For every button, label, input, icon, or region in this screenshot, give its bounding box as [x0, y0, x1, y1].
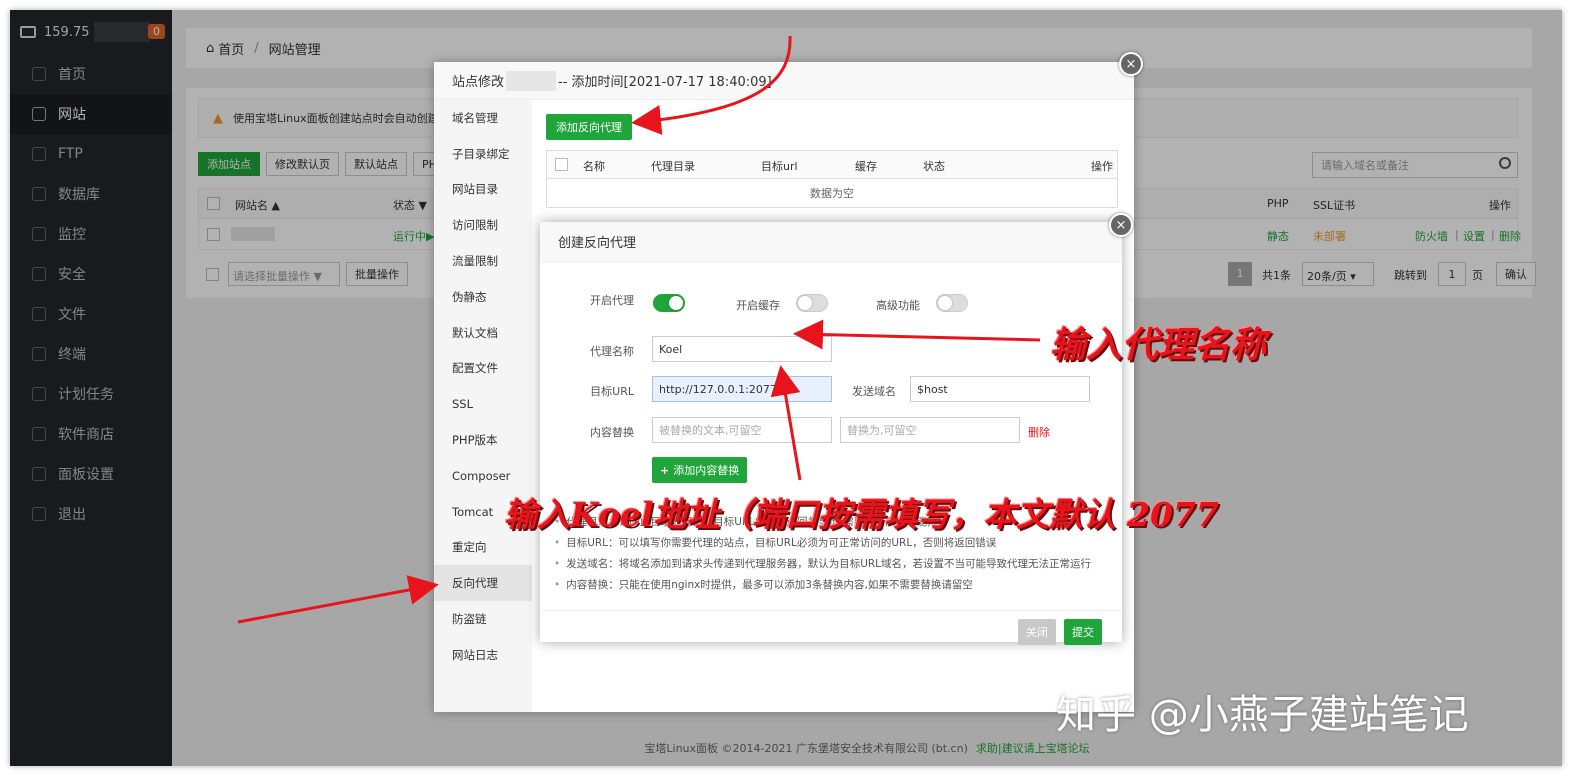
content-replace-label: 内容替换	[590, 426, 634, 439]
col-proxy-name: 名称	[583, 160, 605, 173]
tab-traffic-limit[interactable]: 流量限制	[434, 243, 532, 279]
delete-replace-link[interactable]: 删除	[1028, 424, 1050, 440]
enable-proxy-toggle[interactable]	[653, 294, 685, 312]
enable-proxy-label: 开启代理	[590, 294, 634, 307]
tab-hotlink[interactable]: 防盗链	[434, 601, 532, 637]
col-ops: 操作	[1091, 160, 1113, 173]
tab-subdir[interactable]: 子目录绑定	[434, 136, 532, 172]
proxy-table-empty: 数据为空	[810, 187, 854, 200]
tab-config-file[interactable]: 配置文件	[434, 351, 532, 387]
note-item: 内容替换：只能在使用nginx时提供，最多可以添加3条替换内容,如果不需要替换请…	[554, 575, 1091, 596]
send-host-label: 发送域名	[852, 385, 896, 398]
enable-cache-label: 开启缓存	[736, 299, 780, 312]
tab-site-log[interactable]: 网站日志	[434, 637, 532, 673]
tab-site-dir[interactable]: 网站目录	[434, 172, 532, 208]
proxy-modal-close-button[interactable]: ×	[1109, 213, 1133, 237]
col-cache: 缓存	[855, 160, 877, 173]
add-content-replace-button[interactable]: + 添加内容替换	[652, 457, 748, 483]
tab-access-limit[interactable]: 访问限制	[434, 207, 532, 243]
site-modal-close-button[interactable]: ×	[1119, 52, 1143, 76]
tab-php-version[interactable]: PHP版本	[434, 422, 532, 458]
note-item: 发送域名：将域名添加到请求头传递到代理服务器，默认为目标URL域名，若设置不当可…	[554, 554, 1091, 575]
tab-rewrite[interactable]: 伪静态	[434, 279, 532, 315]
watermark: 知乎 @小燕子建站笔记	[1056, 692, 1469, 738]
tab-domain[interactable]: 域名管理	[434, 100, 532, 136]
advanced-toggle[interactable]	[936, 294, 968, 312]
proxy-table: 名称 代理目录 目标url 缓存 状态 操作 数据为空	[546, 150, 1118, 208]
add-content-replace-label: 添加内容替换	[673, 464, 740, 477]
replace-to-input[interactable]: 替换为,可留空	[840, 417, 1020, 443]
screenshot-frame: 159.75 0 首页 网站 FTP 数据库 监控 安全 文件 终端 计划任务 …	[10, 10, 1562, 766]
advanced-label: 高级功能	[876, 299, 920, 312]
site-modal-tabs: 域名管理 子目录绑定 网站目录 访问限制 流量限制 伪静态 默认文档 配置文件 …	[434, 100, 532, 712]
proxy-table-header: 名称 代理目录 目标url 缓存 状态 操作	[547, 151, 1117, 179]
enable-cache-toggle[interactable]	[796, 294, 828, 312]
annotation-name-hint: 输入代理名称	[1050, 324, 1267, 366]
create-proxy-modal: 创建反向代理 开启代理 开启缓存 高级功能 代理名称 Koel 目标URL ht…	[540, 222, 1122, 645]
site-modal-title-prefix: 站点修改	[452, 75, 505, 90]
note-item: 目标URL：可以填写你需要代理的站点，目标URL必须为可正常访问的URL，否则将…	[554, 533, 1091, 554]
proxy-modal-footer: 关闭 提交	[540, 610, 1122, 645]
col-proxy-dir: 代理目录	[651, 160, 695, 173]
col-target-url: 目标url	[761, 160, 798, 173]
site-modal-title: 站点修改 -- 添加时间[2021-07-17 18:40:09]	[434, 62, 1134, 100]
tab-reverse-proxy[interactable]: 反向代理	[434, 565, 532, 602]
tab-default-doc[interactable]: 默认文档	[434, 315, 532, 351]
add-reverse-proxy-button[interactable]: 添加反向代理	[546, 114, 632, 140]
tab-ssl[interactable]: SSL	[434, 386, 532, 422]
proxy-modal-title: 创建反向代理	[540, 222, 1122, 262]
submit-button[interactable]: 提交	[1064, 619, 1102, 645]
col-status: 状态	[923, 160, 945, 173]
send-host-input[interactable]: $host	[910, 376, 1090, 402]
annotation-url-hint: 输入Koel地址（端口按需填写，本文默认 2077	[504, 495, 1219, 534]
replace-from-input[interactable]: 被替换的文本,可留空	[652, 417, 832, 443]
target-url-input[interactable]: http://127.0.0.1:2077	[652, 376, 832, 402]
target-url-label: 目标URL	[590, 385, 634, 398]
proxy-name-label: 代理名称	[590, 345, 634, 358]
cancel-button[interactable]: 关闭	[1018, 619, 1056, 645]
site-name-mask	[506, 70, 557, 91]
site-modal-title-suffix: -- 添加时间[2021-07-17 18:40:09]	[558, 75, 772, 90]
proxy-select-all-checkbox[interactable]	[555, 158, 568, 171]
plus-icon: +	[660, 463, 670, 477]
proxy-name-input[interactable]: Koel	[652, 336, 832, 362]
